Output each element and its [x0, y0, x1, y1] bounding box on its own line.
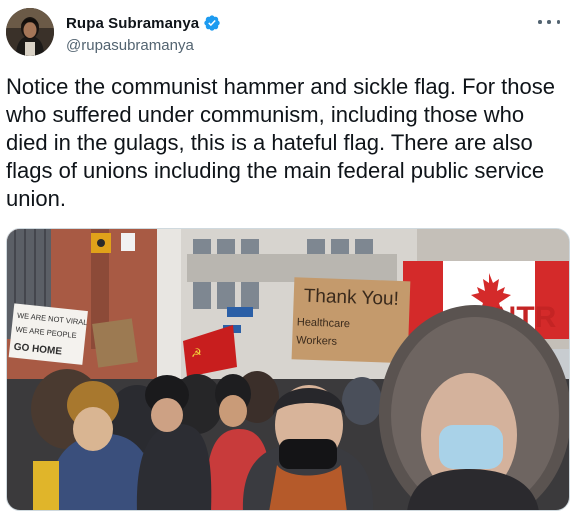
tweet-card[interactable]: Rupa Subramanya @rupasubramanya Notice t… — [0, 0, 574, 518]
thank-you-sign-line1: Thank You! — [303, 286, 399, 310]
avatar[interactable] — [6, 8, 54, 56]
tweet-photo[interactable]: CENTR WE ARE NOT VIRAL WE ARE PEOPLE GO … — [6, 228, 570, 511]
profile-photo — [6, 8, 54, 56]
thank-you-sign-line3: Workers — [296, 334, 338, 347]
thank-you-sign-line2: Healthcare — [297, 316, 351, 330]
author-block[interactable]: Rupa Subramanya @rupasubramanya — [66, 13, 221, 54]
more-options-icon[interactable] — [538, 14, 560, 30]
tweet-text: Notice the communist hammer and sickle f… — [6, 74, 556, 211]
protest-photo: CENTR WE ARE NOT VIRAL WE ARE PEOPLE GO … — [7, 229, 569, 510]
svg-text:☭: ☭ — [191, 346, 202, 360]
handle[interactable]: @rupasubramanya — [66, 37, 221, 54]
verified-badge-icon — [203, 14, 221, 32]
display-name[interactable]: Rupa Subramanya — [66, 15, 199, 32]
